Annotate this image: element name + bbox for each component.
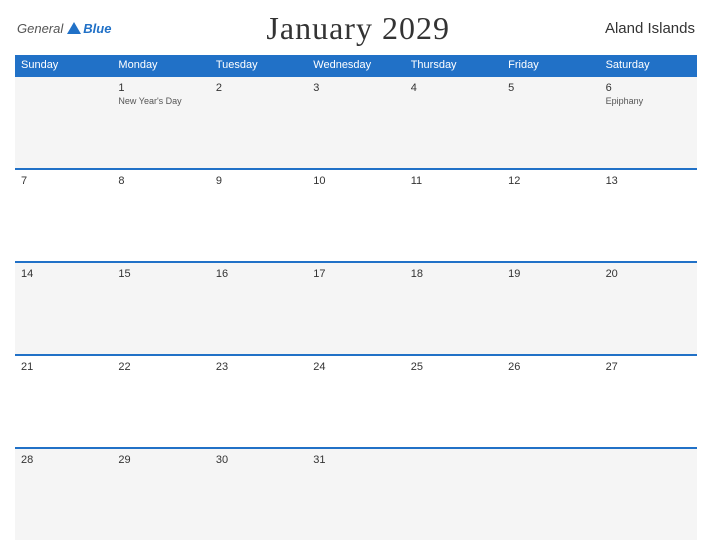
day-cell-9: 9 xyxy=(210,170,307,261)
day-number: 2 xyxy=(216,82,301,94)
day-number: 6 xyxy=(606,82,691,94)
day-cell-13: 13 xyxy=(600,170,697,261)
day-number: 28 xyxy=(21,454,106,466)
day-number: 19 xyxy=(508,268,593,280)
day-cell-2: 2 xyxy=(210,77,307,168)
day-number: 17 xyxy=(313,268,398,280)
day-cell-empty-1 xyxy=(15,77,112,168)
day-number: 31 xyxy=(313,454,398,466)
day-cell-22: 22 xyxy=(112,356,209,447)
day-number: 25 xyxy=(411,361,496,373)
day-number: 21 xyxy=(21,361,106,373)
day-number: 5 xyxy=(508,82,593,94)
day-cell-8: 8 xyxy=(112,170,209,261)
logo: General Blue xyxy=(17,21,111,36)
day-number: 12 xyxy=(508,175,593,187)
day-number: 22 xyxy=(118,361,203,373)
day-cell-27: 27 xyxy=(600,356,697,447)
day-number: 20 xyxy=(606,268,691,280)
day-cell-11: 11 xyxy=(405,170,502,261)
day-number: 11 xyxy=(411,175,496,187)
calendar-header: General Blue January 2029 Aland Islands xyxy=(15,10,697,47)
day-number: 30 xyxy=(216,454,301,466)
day-number: 9 xyxy=(216,175,301,187)
day-cell-4: 4 xyxy=(405,77,502,168)
day-number: 15 xyxy=(118,268,203,280)
day-number: 8 xyxy=(118,175,203,187)
day-number: 10 xyxy=(313,175,398,187)
week-row-2: 7 8 9 10 11 12 13 xyxy=(15,168,697,261)
day-cell-16: 16 xyxy=(210,263,307,354)
logo-general: General xyxy=(17,21,63,36)
day-number: 27 xyxy=(606,361,691,373)
week-row-5: 28 29 30 31 xyxy=(15,447,697,540)
calendar-container: General Blue January 2029 Aland Islands … xyxy=(0,0,712,550)
day-number: 7 xyxy=(21,175,106,187)
day-cell-24: 24 xyxy=(307,356,404,447)
day-number: 18 xyxy=(411,268,496,280)
day-cell-31: 31 xyxy=(307,449,404,540)
day-number: 14 xyxy=(21,268,106,280)
logo-blue: Blue xyxy=(83,21,111,36)
day-cell-25: 25 xyxy=(405,356,502,447)
day-number: 23 xyxy=(216,361,301,373)
logo-triangle-icon xyxy=(67,22,81,34)
day-number: 16 xyxy=(216,268,301,280)
header-wednesday: Wednesday xyxy=(307,55,404,75)
calendar-grid: 1 New Year's Day 2 3 4 5 6 Epiphany xyxy=(15,75,697,540)
header-monday: Monday xyxy=(112,55,209,75)
region-label: Aland Islands xyxy=(605,20,695,37)
header-tuesday: Tuesday xyxy=(210,55,307,75)
day-cell-28: 28 xyxy=(15,449,112,540)
day-number: 26 xyxy=(508,361,593,373)
day-cell-6: 6 Epiphany xyxy=(600,77,697,168)
day-cell-20: 20 xyxy=(600,263,697,354)
day-cell-21: 21 xyxy=(15,356,112,447)
day-cell-7: 7 xyxy=(15,170,112,261)
day-number: 3 xyxy=(313,82,398,94)
header-sunday: Sunday xyxy=(15,55,112,75)
header-friday: Friday xyxy=(502,55,599,75)
day-cell-1: 1 New Year's Day xyxy=(112,77,209,168)
week-row-4: 21 22 23 24 25 26 27 xyxy=(15,354,697,447)
day-number: 4 xyxy=(411,82,496,94)
day-number: 1 xyxy=(118,82,203,94)
day-number: 29 xyxy=(118,454,203,466)
week-row-3: 14 15 16 17 18 19 20 xyxy=(15,261,697,354)
day-cell-empty-3 xyxy=(502,449,599,540)
day-cell-30: 30 xyxy=(210,449,307,540)
day-cell-23: 23 xyxy=(210,356,307,447)
day-cell-3: 3 xyxy=(307,77,404,168)
header-saturday: Saturday xyxy=(600,55,697,75)
day-event: New Year's Day xyxy=(118,96,203,106)
day-cell-18: 18 xyxy=(405,263,502,354)
day-number: 13 xyxy=(606,175,691,187)
day-cell-10: 10 xyxy=(307,170,404,261)
day-cell-empty-2 xyxy=(405,449,502,540)
week-row-1: 1 New Year's Day 2 3 4 5 6 Epiphany xyxy=(15,75,697,168)
day-cell-12: 12 xyxy=(502,170,599,261)
day-headers: Sunday Monday Tuesday Wednesday Thursday… xyxy=(15,55,697,75)
day-cell-26: 26 xyxy=(502,356,599,447)
header-thursday: Thursday xyxy=(405,55,502,75)
calendar-title: January 2029 xyxy=(266,10,450,47)
day-cell-14: 14 xyxy=(15,263,112,354)
day-event: Epiphany xyxy=(606,96,691,106)
day-cell-15: 15 xyxy=(112,263,209,354)
day-cell-17: 17 xyxy=(307,263,404,354)
day-number: 24 xyxy=(313,361,398,373)
day-cell-19: 19 xyxy=(502,263,599,354)
day-cell-29: 29 xyxy=(112,449,209,540)
day-cell-5: 5 xyxy=(502,77,599,168)
day-cell-empty-4 xyxy=(600,449,697,540)
